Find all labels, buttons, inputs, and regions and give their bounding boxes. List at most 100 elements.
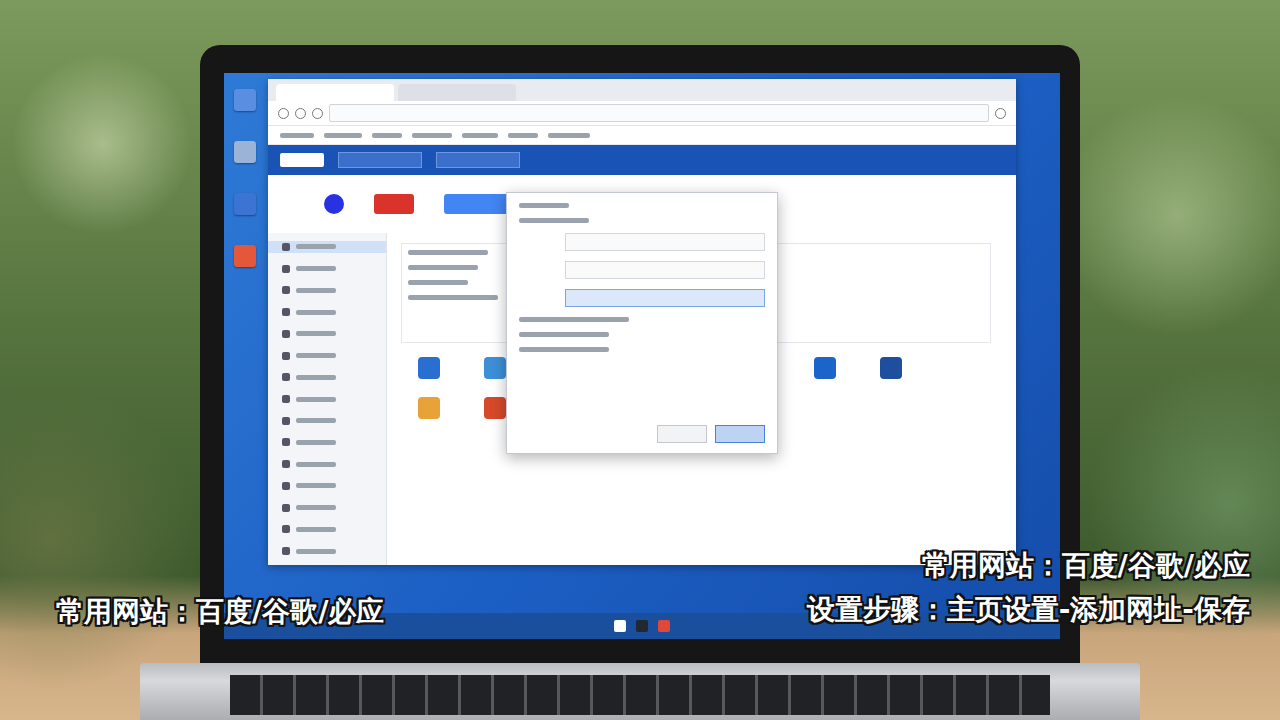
sidebar-item[interactable]: [268, 415, 386, 427]
item-label: [296, 331, 336, 336]
folder-select[interactable]: [565, 289, 765, 307]
desktop-shortcut-icon[interactable]: [234, 89, 256, 111]
item-icon: [282, 504, 290, 512]
caption-line: 设置步骤：主页设置-添加网址-保存: [807, 592, 1250, 628]
homepage-dialog: [506, 192, 778, 454]
item-label: [296, 549, 336, 554]
bookmark-bar: [268, 126, 1016, 145]
item-label: [296, 462, 336, 467]
sidebar-item[interactable]: [268, 306, 386, 318]
sidebar-item[interactable]: [268, 458, 386, 470]
item-icon: [282, 352, 290, 360]
item-label: [296, 244, 336, 249]
type-field[interactable]: [565, 261, 765, 279]
site-tile-icon[interactable]: [814, 397, 836, 419]
option-row[interactable]: [519, 347, 609, 352]
caption-right: 常用网站：百度/谷歌/必应设置步骤：主页设置-添加网址-保存: [807, 548, 1250, 629]
sidebar-item[interactable]: [268, 393, 386, 405]
item-icon: [282, 286, 290, 294]
item-icon: [282, 460, 290, 468]
bookmark-item[interactable]: [280, 133, 314, 138]
laptop-base: [140, 663, 1140, 720]
browser-window: [268, 79, 1016, 565]
baidu-logo-icon[interactable]: [324, 194, 344, 214]
sidebar-item[interactable]: [268, 328, 386, 340]
address-row: [268, 101, 1016, 126]
settings-icon[interactable]: [995, 108, 1006, 119]
desktop: [224, 73, 1060, 613]
url-field[interactable]: [565, 233, 765, 251]
forward-icon[interactable]: [295, 108, 306, 119]
save-button[interactable]: [715, 425, 765, 443]
start-icon[interactable]: [614, 620, 626, 632]
sidebar-item[interactable]: [268, 524, 386, 536]
chrome-icon[interactable]: [658, 620, 670, 632]
address-field[interactable]: [329, 104, 989, 122]
option-row[interactable]: [519, 317, 629, 322]
photo-scene: 常用网站：百度/谷歌/必应设置步骤：主页设置-添加网址-保存常用网站：百度/谷歌…: [0, 0, 1280, 720]
bookmark-item[interactable]: [412, 133, 452, 138]
item-icon: [282, 308, 290, 316]
item-icon: [282, 525, 290, 533]
sidebar-item[interactable]: [268, 502, 386, 514]
bookmark-item[interactable]: [508, 133, 538, 138]
item-icon: [282, 395, 290, 403]
back-icon[interactable]: [278, 108, 289, 119]
item-label: [296, 310, 336, 315]
sidebar-item[interactable]: [268, 263, 386, 275]
header-logo: [280, 153, 324, 167]
header-tab[interactable]: [338, 152, 422, 168]
bookmark-item[interactable]: [548, 133, 590, 138]
site-tile-icon[interactable]: [484, 357, 506, 379]
sidebar-item[interactable]: [268, 241, 386, 253]
item-icon: [282, 417, 290, 425]
site-tile-icon[interactable]: [418, 397, 440, 419]
browser-tab[interactable]: [398, 84, 516, 101]
sidebar-item[interactable]: [268, 350, 386, 362]
site-tile-icon[interactable]: [484, 397, 506, 419]
bookmark-item[interactable]: [324, 133, 362, 138]
sidebar-item[interactable]: [268, 480, 386, 492]
item-label: [296, 527, 336, 532]
site-tile-icon[interactable]: [880, 397, 902, 419]
caption-left: 常用网站：百度/谷歌/必应: [56, 594, 384, 630]
site-tile-icon[interactable]: [880, 357, 902, 379]
browser-tab[interactable]: [276, 84, 394, 101]
list-row[interactable]: [408, 295, 498, 300]
keyboard: [230, 675, 1050, 715]
sidebar-item[interactable]: [268, 545, 386, 557]
bookmark-item[interactable]: [372, 133, 402, 138]
sidebar-item[interactable]: [268, 437, 386, 449]
cancel-button[interactable]: [657, 425, 707, 443]
header-tab[interactable]: [436, 152, 520, 168]
item-label: [296, 288, 336, 293]
folder-icon[interactable]: [636, 620, 648, 632]
item-label: [296, 397, 336, 402]
desktop-shortcut-icon[interactable]: [234, 141, 256, 163]
desktop-shortcut-icon[interactable]: [234, 245, 256, 267]
sidebar: [268, 233, 387, 565]
bookmark-item[interactable]: [462, 133, 498, 138]
dialog-footer: [519, 425, 765, 443]
list-row[interactable]: [408, 265, 478, 270]
site-tile-icon[interactable]: [418, 357, 440, 379]
blue-header: [268, 145, 1016, 175]
refresh-icon[interactable]: [312, 108, 323, 119]
item-label: [296, 375, 336, 380]
item-label: [296, 418, 336, 423]
option-row[interactable]: [519, 332, 609, 337]
item-icon: [282, 330, 290, 338]
item-icon: [282, 482, 290, 490]
sidebar-item[interactable]: [268, 371, 386, 383]
site-tile-icon[interactable]: [814, 357, 836, 379]
list-row[interactable]: [408, 250, 488, 255]
desktop-shortcut-icon[interactable]: [234, 193, 256, 215]
list-row[interactable]: [408, 280, 468, 285]
item-label: [296, 505, 336, 510]
item-label: [296, 440, 336, 445]
baidu-wordmark-icon: [374, 194, 414, 214]
item-icon: [282, 373, 290, 381]
dialog-title: [519, 203, 569, 208]
sidebar-item[interactable]: [268, 284, 386, 296]
item-label: [296, 266, 336, 271]
